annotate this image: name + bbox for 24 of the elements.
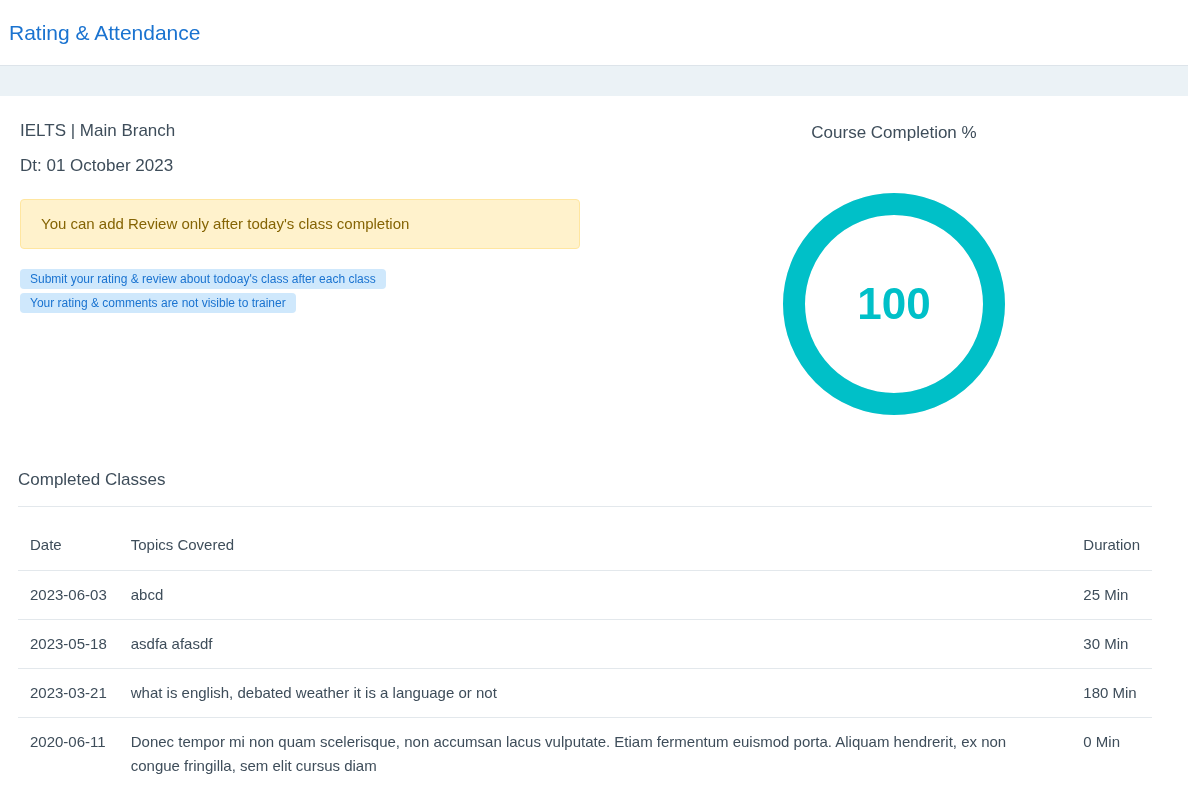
- table-cell: 180 Min: [1071, 668, 1152, 717]
- table-cell: 25 Min: [1071, 570, 1152, 619]
- review-alert: You can add Review only after today's class completion: [20, 199, 580, 249]
- table-cell: 0 Min: [1071, 717, 1152, 786]
- column-header: Date: [18, 521, 119, 570]
- table-cell: abcd: [118, 570, 1072, 619]
- table-cell: 2023-03-21: [18, 668, 119, 717]
- table-cell: asdfa afasdf: [118, 619, 1072, 668]
- column-header: Duration: [1071, 521, 1152, 570]
- info-note: Your rating & comments are not visible to trainer: [20, 293, 296, 313]
- course-name: IELTS | Main Branch: [20, 120, 177, 142]
- completion-title: Course Completion %: [811, 122, 977, 144]
- table-cell: 2020-06-11: [18, 717, 119, 786]
- page-title: Rating & Attendance: [9, 19, 201, 46]
- section-title: Completed Classes: [18, 467, 166, 507]
- completion-value: 100: [857, 278, 931, 330]
- table-cell: 2023-06-03: [18, 570, 119, 619]
- info-note: Submit your rating & review about todoay's class after each class: [20, 269, 386, 289]
- table-cell: what is english, debated weather it is a language or not: [118, 668, 1072, 717]
- table-cell: Donec tempor mi non quam scelerisque, non accumsan lacus vulputate. Etiam fermentum euismod porta. Aliquam hendrerit, ex non congue fringilla, sem elit cursus diam: [118, 717, 1072, 786]
- table-cell: 30 Min: [1071, 619, 1152, 668]
- class-date: Dt: 01 October 2023: [20, 155, 175, 177]
- column-header: Topics Covered: [118, 521, 1072, 570]
- table-cell: 2023-05-18: [18, 619, 119, 668]
